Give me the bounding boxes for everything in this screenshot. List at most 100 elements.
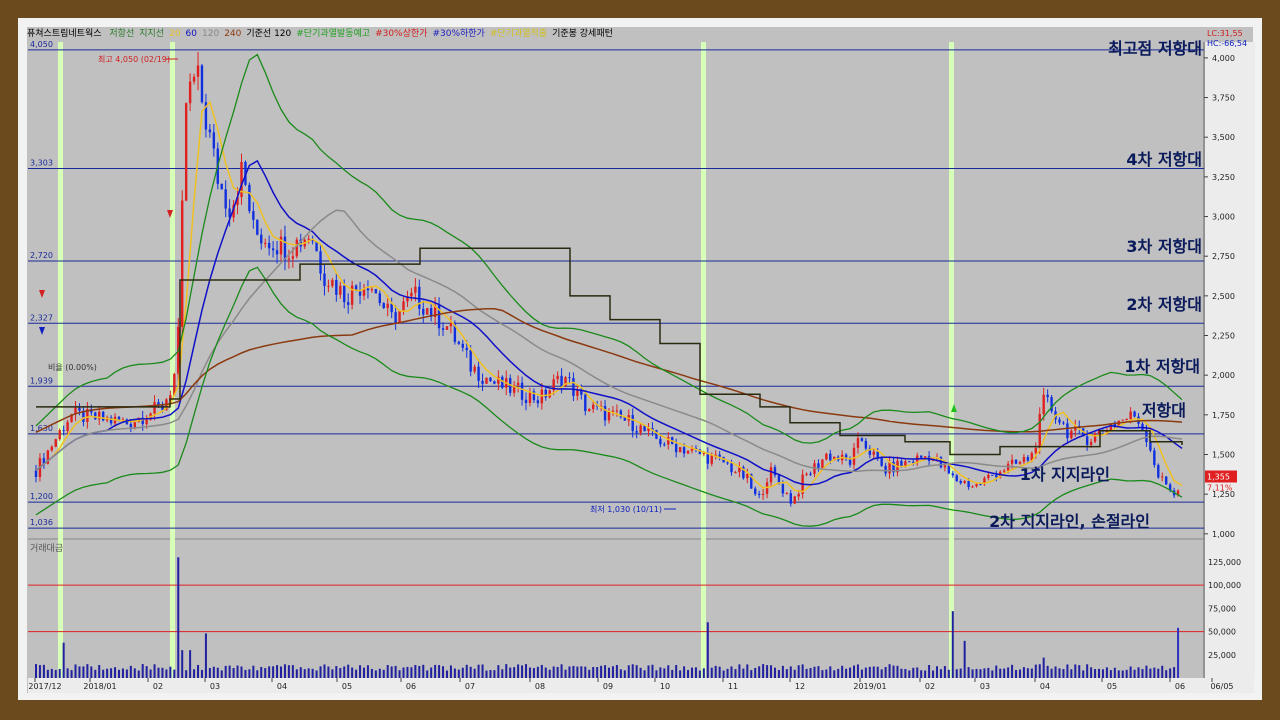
level-label: 3,303 [30,158,53,167]
volume-bar [110,668,113,678]
volume-bar [1109,670,1112,678]
volume-bar [161,667,164,678]
level-annotation: 저항대 [1142,401,1186,420]
candle-body [275,250,279,255]
candle-body [1093,433,1097,442]
volume-bar [46,669,49,678]
volume-bar [619,669,622,678]
x-tick-label: 2017/12 [28,682,61,691]
volume-bar [272,666,275,678]
candle-body [761,493,765,496]
volume-bar [837,668,840,678]
candle-body [473,366,476,372]
volume-bar [82,666,85,678]
volume-bar [995,665,998,678]
volume-bar [1161,665,1164,678]
volume-bar [687,669,690,678]
volume-bar [951,611,954,678]
candle-body [900,460,903,467]
volume-bar [963,640,966,678]
volume-bar [54,669,57,678]
volume-bar [370,668,373,678]
volume-bar [351,667,354,678]
candle-body [686,450,690,454]
volume-bar [1038,664,1041,678]
candle-body [477,366,480,381]
candle-body [1153,450,1156,466]
volume-bar [493,670,496,678]
candle-body [825,453,828,460]
candle-body [133,422,136,428]
volume-bar [165,669,168,678]
candle-body [319,251,322,274]
volume-bar [189,650,192,678]
volume-bar [382,669,385,678]
volume-bar [663,668,666,678]
volume-bar [825,669,828,678]
volume-bar [114,667,117,678]
level-label: 1,939 [30,376,53,385]
volume-bar [295,669,298,678]
candle-body [129,423,133,428]
volume-bar [623,670,626,678]
candle-body [1133,411,1136,417]
volume-bar [256,670,259,678]
volume-bar [489,670,492,678]
volume-bar [770,665,773,678]
x-tick-label: 10 [660,682,670,691]
level-label: 1,036 [30,518,53,527]
volume-bar [1149,668,1152,678]
candle-body [426,308,429,315]
volume-bar [224,665,227,678]
volume-bar [987,667,990,678]
volume-bar [829,666,832,678]
volume-bar [754,667,757,678]
candle-body [852,447,856,465]
volume-bar [173,669,176,678]
current-change: 7.11% [1207,484,1233,493]
y-tick-label: 3,500 [1212,133,1235,142]
volume-bar [35,664,37,678]
volume-bar [70,670,73,678]
volume-bar [311,668,314,678]
volume-bar [742,668,745,678]
x-tick-label: 05 [1107,682,1117,691]
volume-bar [204,633,207,678]
volume-bar [611,666,614,678]
candle-body [572,378,575,396]
candle-body [264,242,267,244]
level-label: 4,050 [30,40,53,49]
candle-body [876,451,879,458]
level-label: 1,200 [30,492,53,501]
volume-bar [805,668,808,678]
volume-bar [853,665,856,678]
volume-bar [564,669,567,678]
candle-body [323,273,326,286]
volume-bar [133,668,136,678]
volume-bar [702,668,705,678]
volume-bar [137,670,140,678]
volume-bar [1015,670,1018,678]
candle-body [184,103,188,201]
candle-body [1026,457,1030,461]
level-label: 2,327 [30,313,53,322]
volume-bar [98,665,101,678]
volume-bar [924,670,927,678]
volume-bar [280,666,283,678]
volume-bar [1090,667,1093,678]
volume-bar [698,670,701,678]
volume-bar [1054,666,1057,678]
candle-body [821,459,824,468]
volume-bar [955,669,958,678]
high-marker: 최고 4,050 (02/19) [98,54,170,64]
candlestick-chart[interactable]: 4,000 3,750 3,500 3,250 3,000 2,750 2,500 2,250… [0,0,1280,720]
volume-bar [1177,627,1180,678]
volume-bar [1145,665,1148,678]
volume-bar [710,667,713,678]
level-annotation: 1차 저항대 [1124,357,1200,376]
volume-bar [793,669,796,678]
volume-bar [1094,669,1097,678]
volume-bar [967,667,970,678]
volume-bar [1082,670,1085,678]
candle-body [283,236,287,260]
